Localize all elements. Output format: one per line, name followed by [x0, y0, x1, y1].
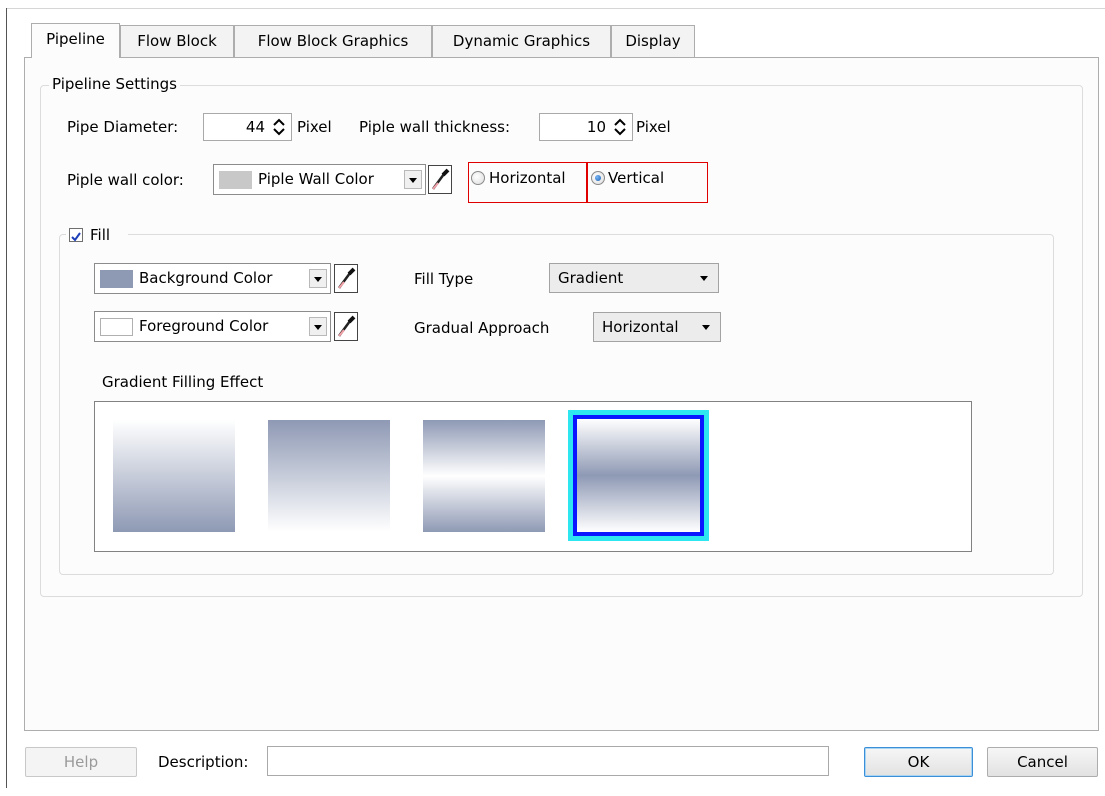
eyedropper-icon: [431, 168, 450, 190]
foreground-color-label: Foreground Color: [139, 317, 269, 335]
background-color-swatch: [100, 270, 133, 288]
chevron-down-icon[interactable]: [404, 170, 422, 189]
gradual-approach-label: Gradual Approach: [414, 319, 550, 337]
wall-color-combo[interactable]: Piple Wall Color: [213, 164, 426, 195]
background-color-label: Background Color: [139, 269, 273, 287]
pipe-diameter-value: 44: [245, 118, 265, 136]
eyedropper-icon: [337, 267, 356, 289]
wall-color-picker-button[interactable]: [428, 165, 452, 194]
pipeline-settings-title: Pipeline Settings: [49, 75, 180, 93]
wall-color-swatch: [219, 171, 252, 189]
wall-thickness-spinbox[interactable]: 10: [539, 113, 633, 141]
spin-arrows-icon[interactable]: [614, 118, 626, 136]
horizontal-radio[interactable]: [471, 171, 485, 185]
pipe-diameter-spinbox[interactable]: 44: [203, 113, 292, 141]
window-left-edge: [6, 8, 7, 788]
vertical-radio[interactable]: [591, 171, 605, 185]
wall-color-label: Piple wall color:: [67, 171, 184, 189]
fill-label: Fill: [90, 226, 111, 244]
wall-thickness-unit: Pixel: [636, 118, 671, 136]
fill-checkbox[interactable]: [69, 228, 83, 242]
tab-pipeline[interactable]: Pipeline: [31, 23, 120, 58]
tab-flow-block-graphics[interactable]: Flow Block Graphics: [234, 25, 432, 57]
vertical-radio-label[interactable]: Vertical: [608, 168, 664, 188]
tab-display[interactable]: Display: [611, 25, 695, 57]
tab-flow-block[interactable]: Flow Block: [120, 25, 234, 57]
foreground-color-picker-button[interactable]: [334, 312, 358, 341]
wall-thickness-value: 10: [586, 118, 606, 136]
spin-arrows-icon[interactable]: [273, 118, 285, 136]
tab-dynamic-graphics[interactable]: Dynamic Graphics: [432, 25, 611, 57]
chevron-down-icon[interactable]: [309, 269, 327, 288]
window-top-edge: [6, 8, 1105, 9]
gradient-option-1[interactable]: [113, 420, 235, 532]
fill-type-label: Fill Type: [414, 270, 474, 288]
pipe-diameter-unit: Pixel: [297, 118, 332, 136]
wall-thickness-label: Piple wall thickness:: [359, 118, 511, 136]
horizontal-radio-label[interactable]: Horizontal: [489, 168, 566, 188]
description-label: Description:: [158, 753, 249, 771]
background-color-combo[interactable]: Background Color: [94, 263, 331, 294]
background-color-picker-button[interactable]: [334, 264, 358, 293]
ok-button[interactable]: OK: [864, 747, 973, 777]
cancel-button[interactable]: Cancel: [987, 747, 1098, 777]
foreground-color-swatch: [100, 318, 133, 336]
pipe-diameter-label: Pipe Diameter:: [67, 118, 179, 136]
gradient-option-2[interactable]: [268, 420, 390, 532]
description-input[interactable]: [267, 746, 829, 776]
foreground-color-combo[interactable]: Foreground Color: [94, 311, 331, 342]
gradient-option-4-selected[interactable]: [568, 410, 709, 541]
fill-type-dropdown[interactable]: Gradient: [549, 263, 719, 293]
gradient-option-4[interactable]: [573, 415, 704, 536]
gradual-approach-dropdown[interactable]: Horizontal: [593, 312, 721, 342]
wall-color-name: Piple Wall Color: [258, 170, 374, 188]
fill-group-header: Fill: [66, 225, 128, 245]
help-button[interactable]: Help: [25, 747, 137, 777]
chevron-down-icon[interactable]: [309, 317, 327, 336]
checkmark-icon: [71, 232, 81, 242]
gradient-effect-label: Gradient Filling Effect: [102, 373, 264, 391]
gradient-option-3[interactable]: [423, 420, 545, 532]
eyedropper-icon: [337, 315, 356, 337]
